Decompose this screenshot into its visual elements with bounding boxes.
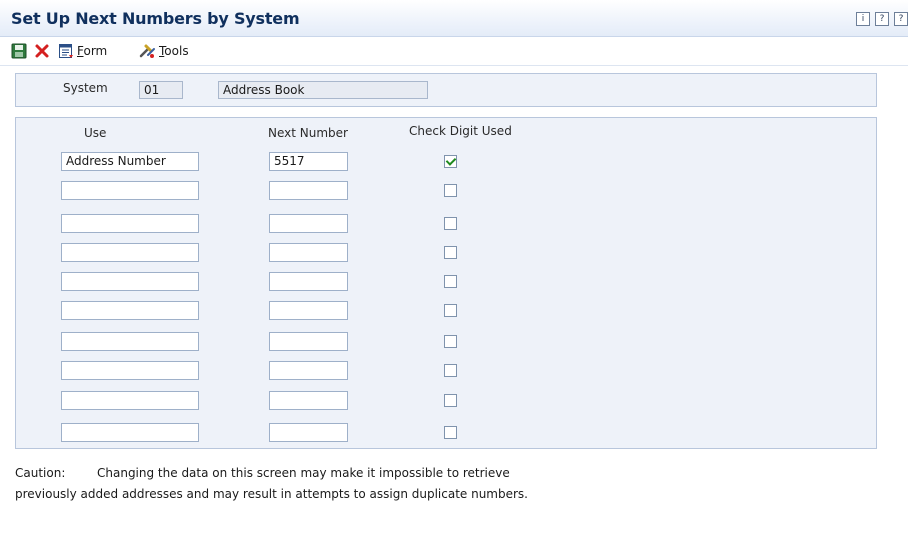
cancel-button[interactable]	[34, 43, 50, 59]
column-header-check-digit-used: Check Digit Used	[409, 124, 512, 138]
caution-label: Caution:	[15, 466, 66, 480]
next-number-input[interactable]	[269, 332, 348, 351]
caution-text-1: Changing the data on this screen may mak…	[97, 466, 510, 480]
save-icon	[11, 43, 27, 59]
context-help-icon[interactable]: ?	[894, 12, 908, 26]
next-number-input[interactable]	[269, 214, 348, 233]
use-input[interactable]	[61, 361, 199, 380]
info-icon[interactable]: i	[856, 12, 870, 26]
next-number-input[interactable]	[269, 243, 348, 262]
system-description-field: Address Book	[218, 81, 428, 99]
save-button[interactable]	[11, 43, 27, 59]
tools-menu-label: Tools	[159, 44, 189, 58]
caution-note: Caution: Changing the data on this screen…	[15, 463, 528, 505]
check-digit-checkbox[interactable]	[444, 364, 457, 377]
use-input[interactable]	[61, 272, 199, 291]
check-digit-checkbox[interactable]	[444, 184, 457, 197]
next-number-input[interactable]	[269, 181, 348, 200]
form-icon	[59, 44, 73, 58]
form-menu-label: Form	[77, 44, 108, 58]
next-number-input[interactable]	[269, 301, 348, 320]
check-digit-checkbox[interactable]	[444, 246, 457, 259]
caution-line-1: Caution: Changing the data on this screen…	[15, 463, 528, 484]
check-digit-checkbox[interactable]	[444, 155, 457, 168]
next-number-input[interactable]	[269, 391, 348, 410]
check-digit-checkbox[interactable]	[444, 426, 457, 439]
form-menu[interactable]: Form	[58, 43, 107, 59]
tools-menu[interactable]: Tools	[138, 43, 189, 59]
column-header-use: Use	[84, 126, 107, 140]
use-input[interactable]	[61, 332, 199, 351]
check-digit-checkbox[interactable]	[444, 304, 457, 317]
help-icon[interactable]: ?	[875, 12, 889, 26]
use-input[interactable]: Address Number	[61, 152, 199, 171]
toolbar: Form Tools	[0, 37, 908, 66]
next-number-input[interactable]: 5517	[269, 152, 348, 171]
system-panel: System 01 Address Book	[15, 73, 877, 107]
caution-text-2: previously added addresses and may resul…	[15, 487, 528, 501]
use-input[interactable]	[61, 423, 199, 442]
check-digit-checkbox[interactable]	[444, 335, 457, 348]
use-input[interactable]	[61, 214, 199, 233]
next-numbers-grid: Use Next Number Check Digit Used Address…	[15, 117, 877, 449]
column-header-next-number: Next Number	[268, 126, 348, 140]
use-input[interactable]	[61, 301, 199, 320]
use-input[interactable]	[61, 391, 199, 410]
close-icon	[35, 44, 49, 58]
next-number-input[interactable]	[269, 272, 348, 291]
check-digit-checkbox[interactable]	[444, 217, 457, 230]
next-number-input[interactable]	[269, 423, 348, 442]
system-label: System	[63, 81, 108, 95]
system-code-field: 01	[139, 81, 183, 99]
tools-icon	[139, 44, 155, 58]
page-title: Set Up Next Numbers by System	[11, 9, 300, 28]
use-input[interactable]	[61, 243, 199, 262]
use-input[interactable]	[61, 181, 199, 200]
next-number-input[interactable]	[269, 361, 348, 380]
title-bar: Set Up Next Numbers by System i ? ?	[0, 0, 908, 37]
title-icons: i ? ?	[856, 12, 908, 26]
check-digit-checkbox[interactable]	[444, 394, 457, 407]
check-digit-checkbox[interactable]	[444, 275, 457, 288]
